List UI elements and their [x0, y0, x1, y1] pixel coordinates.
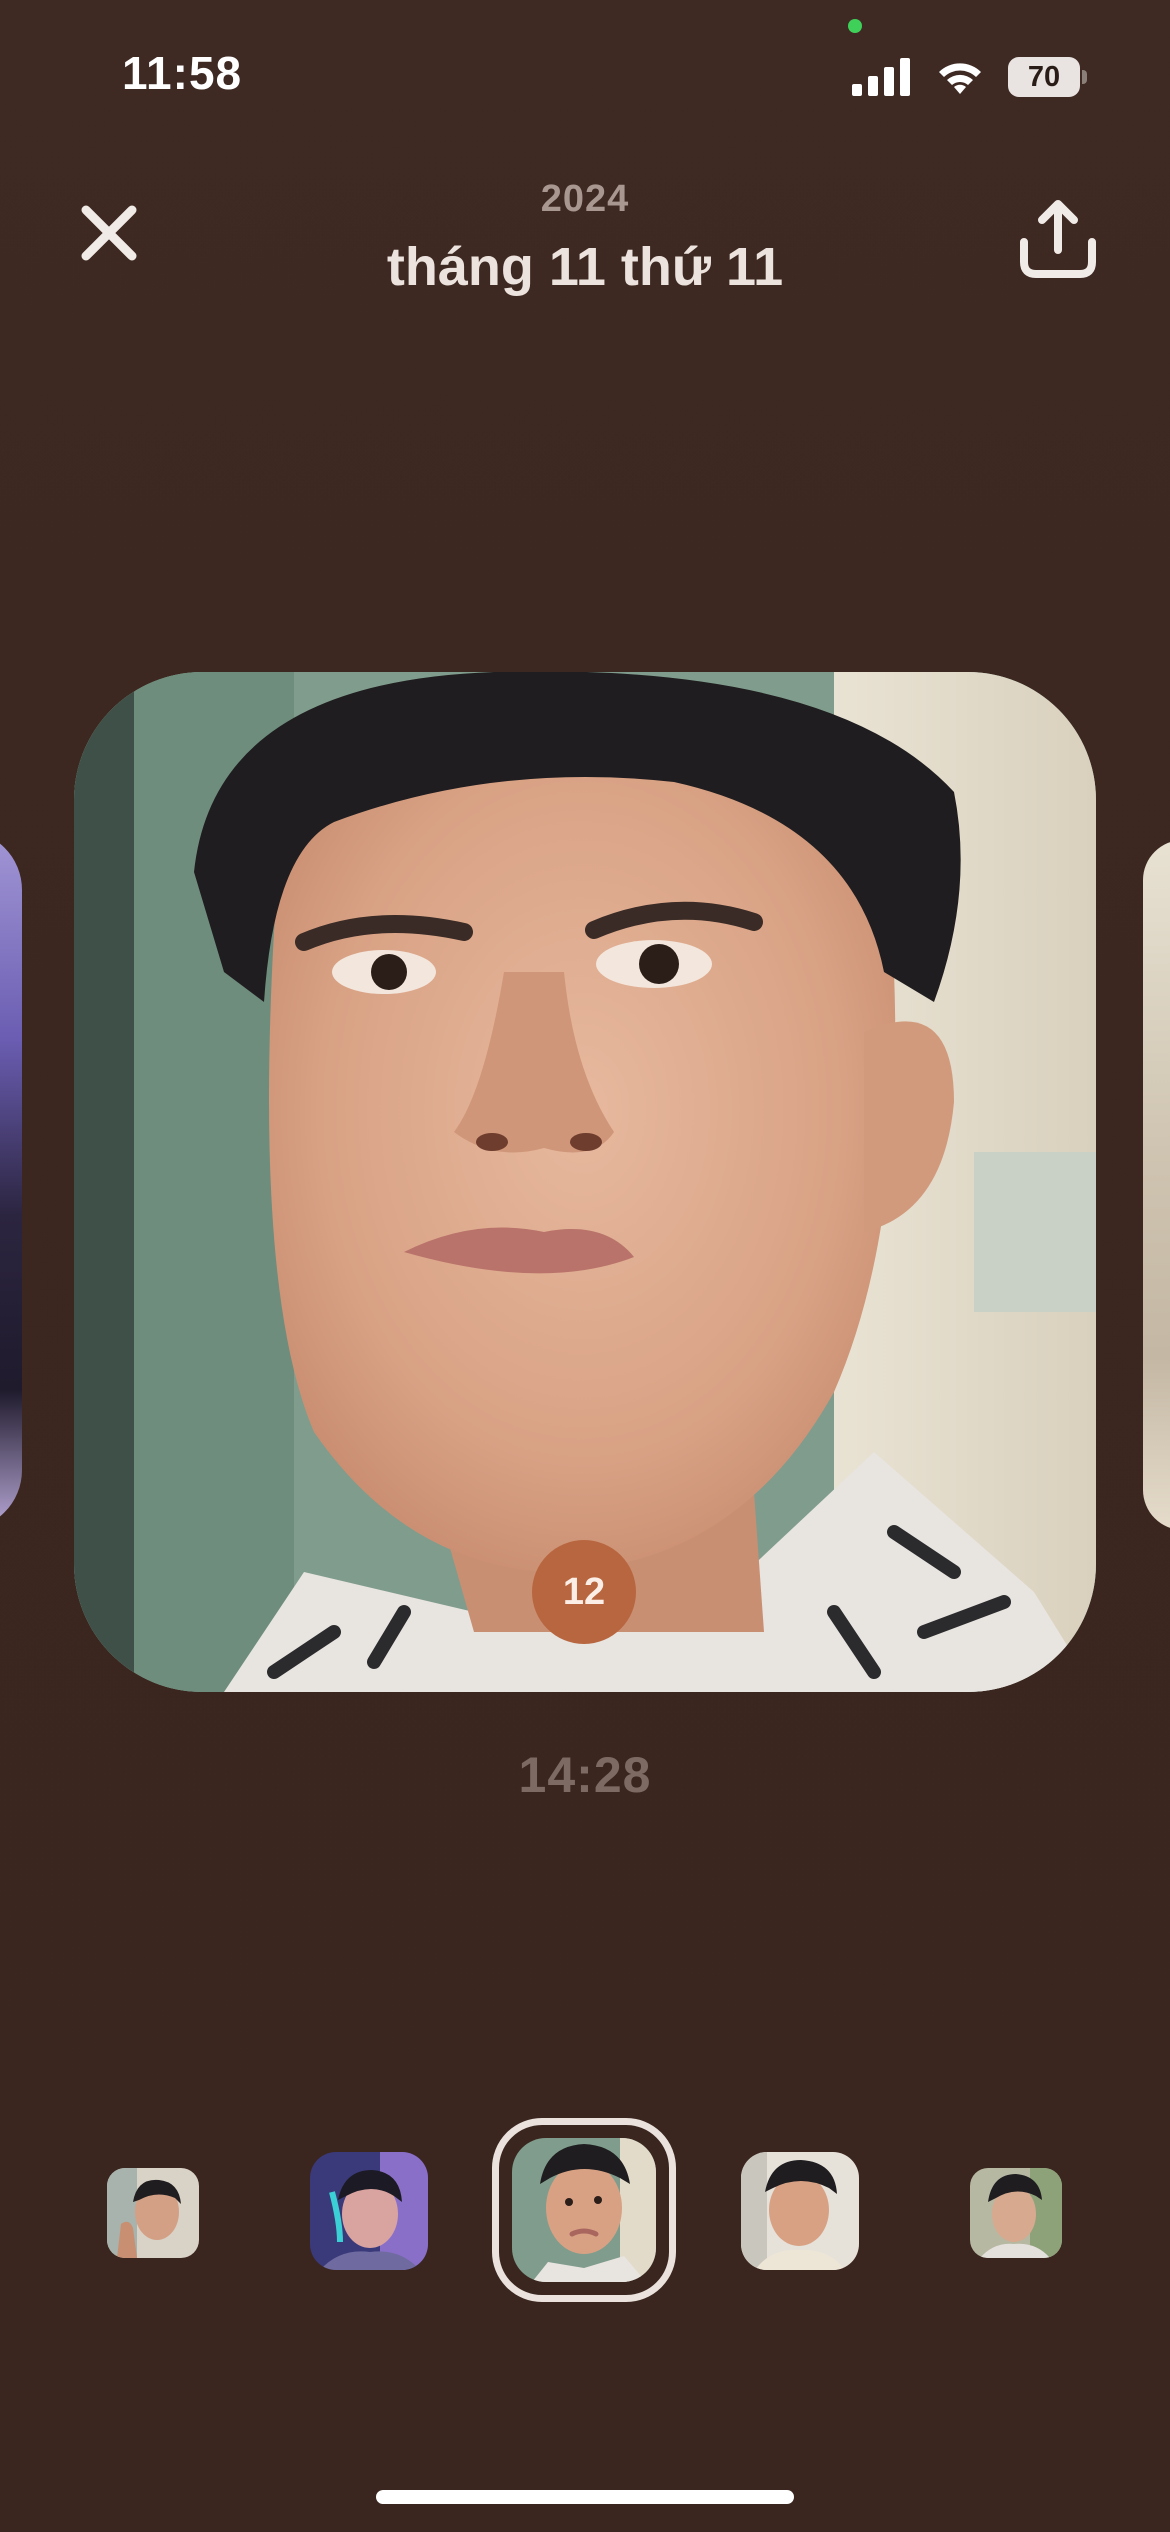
year-label: 2024	[540, 178, 630, 220]
status-time: 11:58	[122, 47, 243, 99]
signal-icon	[852, 58, 914, 96]
previous-photo-preview[interactable]	[0, 830, 22, 1530]
thumbnail-3-selected[interactable]	[512, 2138, 656, 2282]
share-icon	[1020, 200, 1096, 278]
share-button[interactable]	[1018, 196, 1098, 280]
photo-count-badge[interactable]: 12	[532, 1540, 636, 1644]
main-photo	[74, 672, 1096, 1692]
home-indicator	[376, 2490, 794, 2504]
privacy-indicator-dot	[848, 19, 862, 33]
battery-icon: 70	[1008, 57, 1088, 97]
thumbnail-5[interactable]	[970, 2168, 1062, 2258]
next-photo-preview[interactable]	[1143, 840, 1170, 1530]
thumbnail-1[interactable]	[107, 2168, 199, 2258]
page-title: tháng 11 thứ 11	[386, 237, 784, 297]
photo-time-label: 14:28	[518, 1747, 652, 1803]
battery-level: 70	[1008, 57, 1080, 97]
thumbnail-4[interactable]	[741, 2152, 859, 2270]
thumbnail-2[interactable]	[310, 2152, 428, 2270]
wifi-icon	[935, 56, 985, 96]
